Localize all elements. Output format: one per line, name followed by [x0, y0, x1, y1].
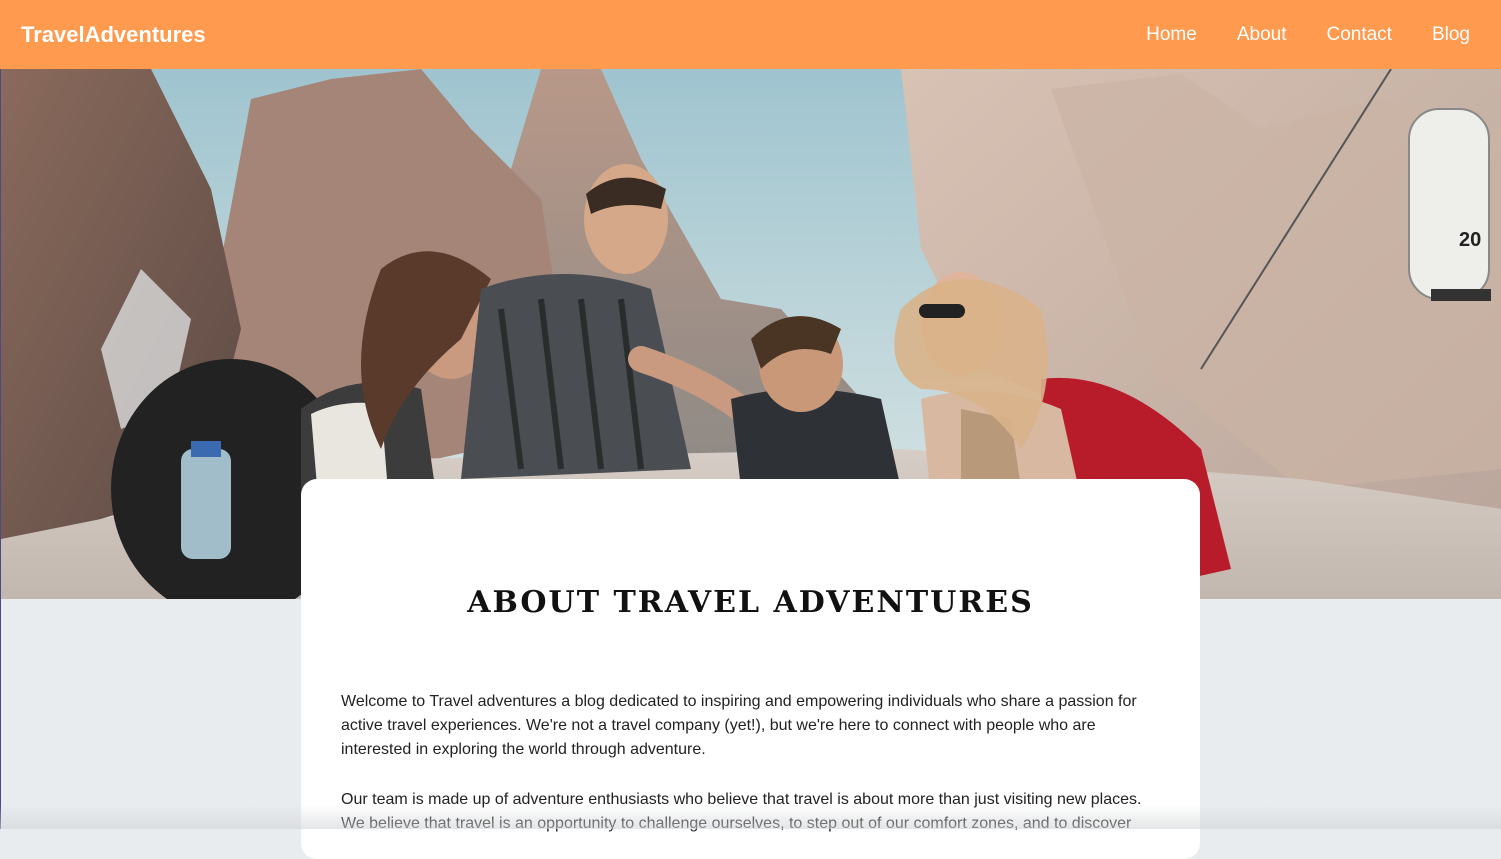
nav-link-home[interactable]: Home — [1146, 24, 1197, 46]
navbar: TravelAdventures Home About Contact Blog — [0, 0, 1501, 69]
page-left-border — [0, 599, 1, 829]
about-title: ABOUT TRAVEL ADVENTURES — [467, 585, 1034, 620]
about-card: ABOUT TRAVEL ADVENTURES Welcome to Trave… — [301, 479, 1200, 859]
brand-logo-link[interactable]: TravelAdventures — [21, 22, 206, 48]
nav-link-blog[interactable]: Blog — [1432, 24, 1470, 46]
nav-link-about[interactable]: About — [1237, 24, 1287, 46]
nav-link-contact[interactable]: Contact — [1326, 24, 1391, 46]
gondola-number: 20 — [1459, 229, 1481, 251]
about-paragraph-1: Welcome to Travel adventures a blog dedi… — [341, 693, 1137, 758]
nav-links: Home About Contact Blog — [1146, 24, 1470, 46]
